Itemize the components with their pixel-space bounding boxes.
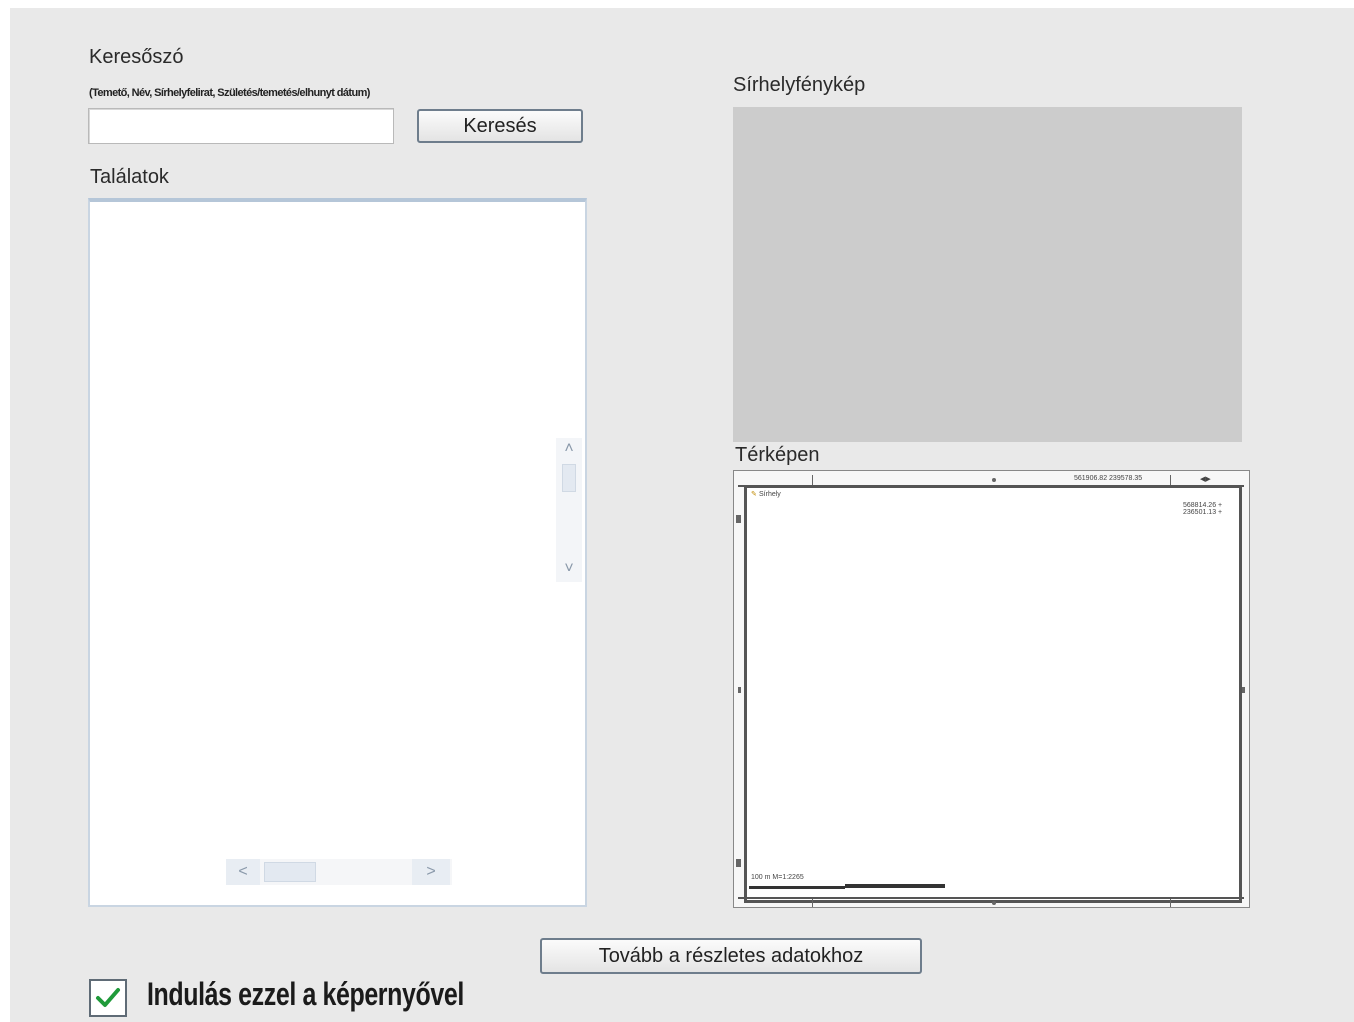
- horizontal-scroll-thumb[interactable]: [264, 862, 316, 882]
- map-canvas[interactable]: ✎ Sírhely 568814.26 + 236501.13 + 100 m …: [744, 485, 1242, 903]
- results-label: Találatok: [90, 166, 169, 188]
- checkmark-icon: [96, 988, 120, 1007]
- photo-label: Sírhelyfénykép: [733, 74, 866, 96]
- map-scale-label: 100 m M=1:2265: [751, 874, 804, 881]
- results-list[interactable]: ˄ ˅ < >: [88, 198, 587, 907]
- map-left-marker: [738, 687, 741, 693]
- results-horizontal-scrollbar[interactable]: < >: [226, 859, 452, 885]
- map-right-marker: [1242, 687, 1245, 693]
- map-left-tick: [736, 515, 741, 523]
- startup-checkbox[interactable]: [89, 979, 127, 1017]
- grave-photo: [733, 107, 1242, 442]
- scroll-left-icon[interactable]: <: [226, 859, 260, 885]
- map-scale-bar-2: [845, 884, 945, 888]
- scroll-right-icon[interactable]: >: [412, 859, 450, 885]
- map-right-coordinate: 568814.26 + 236501.13 +: [1183, 502, 1223, 516]
- next-details-button[interactable]: Tovább a részletes adatokhoz: [540, 938, 922, 974]
- map-scale-bar: [749, 886, 845, 889]
- map-left-tick-bottom: [736, 859, 741, 867]
- map-frame: 561906.82 239578.35 ◀▶ ✎ Sírhely 568814.…: [733, 470, 1250, 908]
- vertical-scroll-thumb[interactable]: [562, 464, 576, 492]
- map-bottom-ruler: [738, 897, 1244, 907]
- search-input[interactable]: [88, 108, 394, 144]
- scroll-down-icon[interactable]: ˅: [556, 558, 582, 580]
- map-zoom-icon[interactable]: ◀▶: [1200, 475, 1211, 483]
- results-vertical-scrollbar[interactable]: ˄ ˅: [556, 438, 582, 582]
- search-label: Keresőszó: [89, 46, 184, 68]
- search-button[interactable]: Keresés: [417, 109, 583, 143]
- scroll-up-icon[interactable]: ˄: [556, 438, 582, 460]
- map-label: Térképen: [735, 444, 820, 466]
- grave-marker-icon[interactable]: ✎: [751, 490, 757, 498]
- search-hint: (Temető, Név, Sírhelyfelirat, Születés/t…: [89, 87, 370, 99]
- startup-checkbox-label: Indulás ezzel a képernyővel: [147, 976, 464, 1012]
- map-legend: Sírhely: [759, 491, 781, 498]
- map-top-coordinate: 561906.82 239578.35: [1074, 475, 1143, 482]
